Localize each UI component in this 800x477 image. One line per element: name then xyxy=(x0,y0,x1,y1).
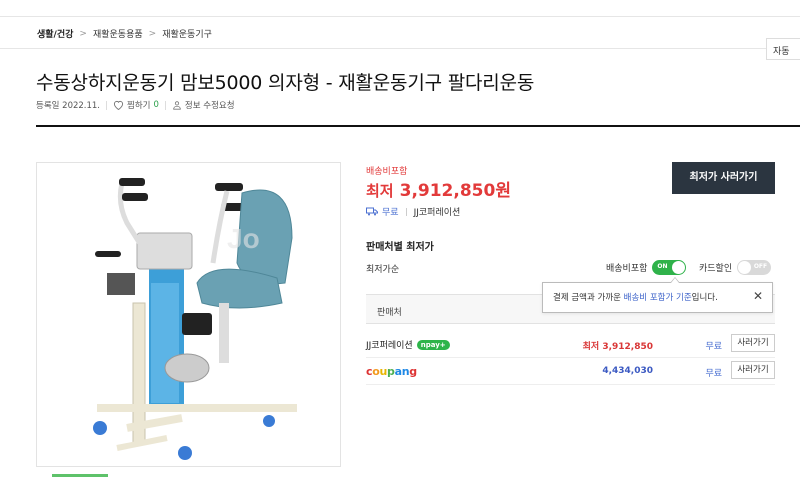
divider xyxy=(106,100,108,110)
registered-date: 등록일 2022.11. xyxy=(36,101,101,111)
seller-price: 최저 3,912,850 xyxy=(582,342,653,352)
card-toggle-group[interactable]: 카드할인 OFF xyxy=(699,260,772,275)
product-photo: Jo xyxy=(93,178,297,460)
lowest-label: 최저 xyxy=(366,182,394,200)
breadcrumb-separator: > xyxy=(148,28,157,39)
sort-option[interactable]: 최저가순 xyxy=(366,262,399,275)
table-row: coupang 4,434,030 무료 사러가기 xyxy=(366,357,775,385)
card-toggle-label: 카드할인 xyxy=(699,264,733,274)
toggle-state: ON xyxy=(657,263,668,270)
truck-icon xyxy=(366,207,378,216)
page-title: 수동상하지운동기 맘보5000 의자형 - 재활운동기구 팔다리운동 xyxy=(36,72,535,94)
shipping-info: 무료 JJ코퍼레이션 xyxy=(366,205,460,218)
breadcrumb-item-2[interactable]: 재활운동용품 xyxy=(93,27,143,40)
breadcrumb-item-1[interactable]: 생활/건강 xyxy=(37,27,73,40)
sellers-section-title: 판매처별 최저가 xyxy=(366,242,434,253)
user-report-icon xyxy=(173,101,181,110)
report-label: 정보 수정요청 xyxy=(184,101,235,111)
seller-price: 4,434,030 xyxy=(602,366,653,376)
free-shipping-label: 무료 xyxy=(382,208,399,218)
breadcrumb-separator: > xyxy=(79,28,87,39)
auto-button[interactable]: 자동 xyxy=(766,38,800,60)
card-toggle[interactable]: OFF xyxy=(737,260,772,275)
toggle-knob xyxy=(738,261,752,274)
seller-name[interactable]: JJ코퍼레이션 npay+ xyxy=(366,338,450,351)
shipping-tooltip: 결제 금액과 가까운 배송비 포함가 기준입니다. ✕ xyxy=(542,277,773,313)
toggle-state: OFF xyxy=(753,263,768,270)
lowest-price: 최저 3,912,850원 xyxy=(366,176,511,201)
buy-lowest-button[interactable]: 최저가 사러가기 xyxy=(672,162,775,194)
seller-shipping: 무료 xyxy=(705,369,722,379)
product-image[interactable]: Jo xyxy=(36,162,341,467)
divider xyxy=(164,100,166,110)
shipping-toggle-label: 배송비포함 xyxy=(606,264,648,274)
lowest-price-value: 3,912,850원 xyxy=(399,181,511,201)
shipping-toggle[interactable]: ON xyxy=(652,260,687,275)
tooltip-suffix: 입니다. xyxy=(691,293,718,303)
top-bar xyxy=(0,0,800,17)
zzim-count: 0 xyxy=(153,100,159,110)
tooltip-prefix: 결제 금액과 가까운 xyxy=(553,293,624,303)
shop-name[interactable]: JJ코퍼레이션 xyxy=(414,205,461,218)
zzim-label: 찜하기 xyxy=(127,101,151,111)
seller-column-header: 판매처 xyxy=(377,308,402,318)
divider xyxy=(405,207,407,216)
seller-label: JJ코퍼레이션 xyxy=(366,341,413,351)
tooltip-link[interactable]: 배송비 포함가 기준 xyxy=(624,293,692,303)
product-meta: 등록일 2022.11. 찜하기 0 정보 수정요청 xyxy=(36,99,235,111)
toggle-knob xyxy=(672,261,686,274)
coupang-logo: coupang xyxy=(366,365,417,378)
seller-shipping: 무료 xyxy=(705,342,722,352)
seller-name[interactable]: coupang xyxy=(366,365,417,378)
breadcrumb-item-3[interactable]: 재활운동기구 xyxy=(162,27,212,40)
buy-button[interactable]: 사러가기 xyxy=(731,334,775,352)
title-divider xyxy=(36,125,800,127)
npay-badge: npay+ xyxy=(416,339,450,350)
table-row: JJ코퍼레이션 npay+ 최저 3,912,850 무료 사러가기 xyxy=(366,330,775,358)
close-icon[interactable]: ✕ xyxy=(753,289,763,303)
heart-icon xyxy=(113,100,124,110)
report-button[interactable]: 정보 수정요청 xyxy=(172,99,235,111)
buy-button[interactable]: 사러가기 xyxy=(731,361,775,379)
shipping-toggle-group[interactable]: 배송비포함 ON xyxy=(606,260,687,275)
zzim-button[interactable]: 찜하기 0 xyxy=(113,99,159,111)
breadcrumb-bar: 생활/건강 > 재활운동용품 > 재활운동기구 자동 xyxy=(0,17,800,60)
svg-text:Jo: Jo xyxy=(227,223,260,254)
breadcrumb: 생활/건강 > 재활운동용품 > 재활운동기구 xyxy=(37,27,212,41)
